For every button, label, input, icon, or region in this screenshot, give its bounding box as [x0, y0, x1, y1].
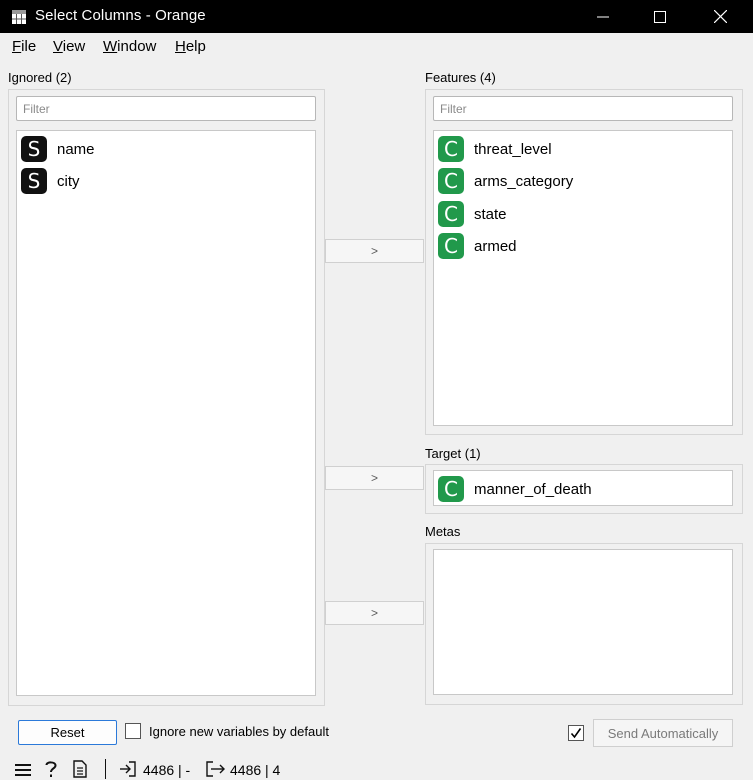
list-item[interactable]: C threat_level — [438, 136, 552, 162]
ignore-new-variables-label: Ignore new variables by default — [149, 723, 329, 739]
list-item[interactable]: C state — [438, 201, 507, 227]
close-icon — [713, 10, 727, 23]
maximize-icon — [654, 10, 666, 23]
input-summary: 4486 | - — [143, 762, 191, 778]
menu-help[interactable]: Help — [175, 38, 206, 55]
menu-window[interactable]: Window — [103, 38, 156, 55]
menu-view[interactable]: View — [53, 38, 85, 55]
variable-name: name — [57, 140, 95, 158]
input-arrow-icon — [120, 761, 136, 777]
list-item[interactable]: S city — [21, 168, 80, 194]
title-bar: Select Columns - Orange — [0, 0, 753, 33]
status-bar: 4486 | - 4486 | 4 — [0, 757, 753, 780]
variable-name: armed — [474, 237, 517, 255]
list-item[interactable]: C arms_category — [438, 168, 573, 194]
auto-send-checkbox[interactable] — [568, 725, 584, 744]
hamburger-menu-icon[interactable] — [15, 763, 31, 777]
close-button[interactable] — [697, 0, 743, 33]
output-summary: 4486 | 4 — [230, 762, 281, 778]
minimize-button[interactable] — [580, 0, 626, 33]
variable-name: city — [57, 172, 80, 190]
maximize-button[interactable] — [637, 0, 683, 33]
target-title: Target (1) — [425, 446, 481, 461]
checkbox-box[interactable] — [125, 723, 141, 739]
move-to-metas-button[interactable]: > — [325, 601, 424, 625]
help-icon[interactable] — [44, 760, 58, 778]
move-to-target-button[interactable]: > — [325, 466, 424, 490]
variable-name: threat_level — [474, 140, 552, 158]
features-title: Features (4) — [425, 70, 496, 85]
output-arrow-icon — [206, 761, 225, 777]
variable-name: manner_of_death — [474, 480, 592, 498]
orange-app-icon — [12, 10, 26, 24]
minimize-icon — [597, 16, 609, 17]
list-item[interactable]: C manner_of_death — [438, 476, 592, 502]
window-title: Select Columns - Orange — [35, 7, 206, 24]
status-divider — [105, 759, 106, 779]
metas-list[interactable] — [433, 549, 733, 695]
string-variable-icon: S — [21, 136, 47, 162]
menu-bar: File View Window Help — [0, 33, 753, 61]
categorical-variable-icon: C — [438, 168, 464, 194]
checkmark-icon — [568, 725, 584, 741]
categorical-variable-icon: C — [438, 136, 464, 162]
ignored-list[interactable]: S name S city — [16, 130, 316, 696]
categorical-variable-icon: C — [438, 476, 464, 502]
reset-button[interactable]: Reset — [18, 720, 117, 745]
features-list[interactable]: C threat_level C arms_category C state C… — [433, 130, 733, 426]
menu-file[interactable]: File — [12, 38, 36, 55]
variable-name: state — [474, 205, 507, 223]
target-list[interactable]: C manner_of_death — [433, 470, 733, 506]
send-automatically-button[interactable]: Send Automatically — [593, 719, 733, 747]
ignore-new-variables-checkbox[interactable]: Ignore new variables by default — [125, 723, 329, 739]
categorical-variable-icon: C — [438, 233, 464, 259]
string-variable-icon: S — [21, 168, 47, 194]
move-to-features-button[interactable]: > — [325, 239, 424, 263]
list-item[interactable]: S name — [21, 136, 95, 162]
variable-name: arms_category — [474, 172, 574, 190]
features-filter-input[interactable]: Filter — [433, 96, 733, 121]
categorical-variable-icon: C — [438, 201, 464, 227]
ignored-filter-input[interactable]: Filter — [16, 96, 316, 121]
report-icon[interactable] — [73, 760, 87, 778]
metas-title: Metas — [425, 524, 461, 539]
list-item[interactable]: C armed — [438, 233, 517, 259]
ignored-title: Ignored (2) — [8, 70, 72, 85]
